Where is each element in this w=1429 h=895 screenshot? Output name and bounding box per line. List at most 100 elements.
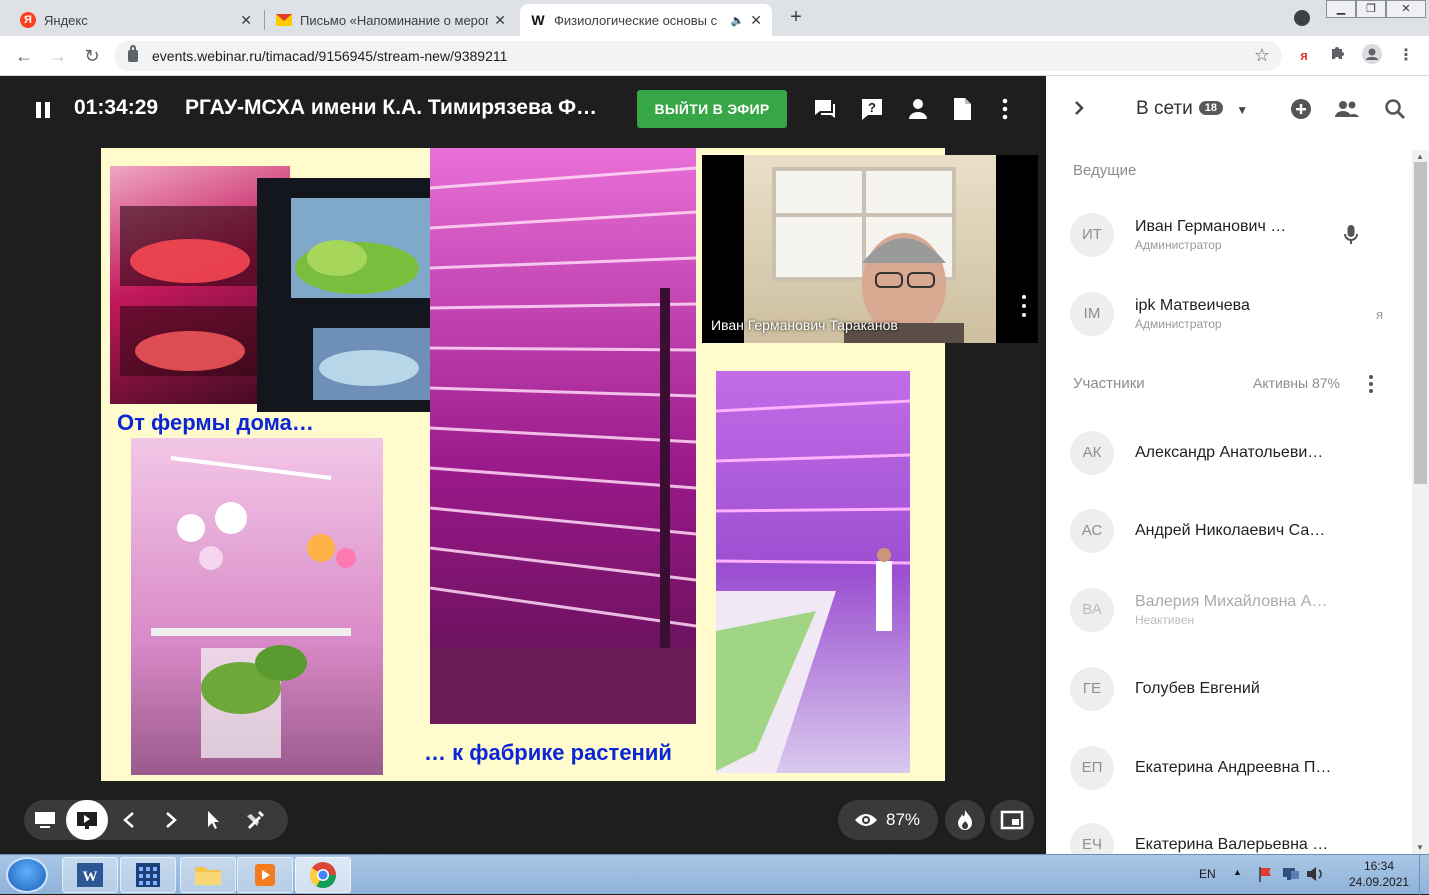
participant-name: Голубев Евгений	[1135, 680, 1260, 697]
tab-title: Физиологические основы с	[554, 12, 718, 28]
panel-header: В сети 18 ▼	[1046, 76, 1429, 144]
participant-role: Администратор	[1135, 238, 1222, 252]
participant-item[interactable]: АС Андрей Николаевич Са…	[1070, 506, 1410, 556]
participant-item[interactable]: ГЕ Голубев Евгений	[1070, 664, 1410, 714]
extensions-puzzle-icon[interactable]	[1326, 44, 1350, 68]
start-button[interactable]	[6, 857, 48, 893]
speaker-name-label: Иван Германович Тараканов	[711, 317, 898, 333]
participant-item[interactable]: ЕЧ Екатерина Валерьевна …	[1070, 820, 1410, 854]
tab-webinar[interactable]: W Физиологические основы с 🔈 ✕	[520, 4, 772, 36]
video-frame	[744, 155, 996, 343]
participants-section-label: Участники	[1073, 375, 1145, 392]
search-icon[interactable]	[1384, 98, 1406, 125]
next-slide-icon[interactable]	[150, 800, 192, 840]
window-controls: ▁ ❐ ✕	[1326, 0, 1426, 20]
scroll-down-icon[interactable]: ▼	[1416, 843, 1424, 852]
avatar: АК	[1070, 431, 1114, 475]
participants-menu-icon[interactable]	[1368, 374, 1374, 399]
chat-icon[interactable]	[812, 96, 838, 122]
url-text: events.webinar.ru/timacad/9156945/stream…	[152, 48, 508, 64]
tray-expand-icon[interactable]: ▲	[1233, 867, 1242, 877]
microphone-icon[interactable]	[1344, 224, 1358, 251]
more-options-icon[interactable]	[992, 96, 1018, 122]
event-title: РГАУ-МСХА имени К.А. Тимирязева Ф…	[185, 96, 598, 119]
go-live-button[interactable]: ВЫЙТИ В ЭФИР	[637, 90, 787, 128]
speaker-menu-icon[interactable]	[1022, 295, 1026, 322]
screen-share-icon[interactable]	[24, 800, 66, 840]
group-icon[interactable]	[1334, 98, 1360, 125]
speaker-video[interactable]: Иван Германович Тараканов	[702, 155, 1038, 343]
taskbar-explorer[interactable]	[180, 857, 236, 893]
browser-menu-icon[interactable]: ⋮	[1394, 44, 1418, 68]
restore-button[interactable]: ❐	[1356, 0, 1386, 18]
taskbar-media-player[interactable]	[237, 857, 293, 893]
action-center-flag-icon[interactable]	[1257, 865, 1275, 886]
tab-mail[interactable]: Письмо «Напоминание о меропр ✕	[266, 4, 516, 36]
clock-time: 16:34	[1363, 859, 1395, 873]
tab-yandex[interactable]: Я Яндекс ✕	[10, 4, 262, 36]
panel-scrollbar-thumb[interactable]	[1414, 162, 1427, 484]
avatar: IM	[1070, 292, 1114, 336]
back-arrow-icon[interactable]: ←	[12, 44, 36, 68]
participant-item[interactable]: ВА Валерия Михайловна А… Неактивен	[1070, 585, 1410, 635]
windows-taskbar: W EN ▲ 16:34 24.09.2021	[0, 854, 1429, 895]
eye-icon	[855, 814, 877, 826]
grid-app-icon	[136, 863, 160, 887]
network-icon[interactable]	[1281, 865, 1301, 886]
taskbar-calculator[interactable]	[120, 857, 176, 893]
close-icon[interactable]: ✕	[750, 12, 762, 29]
previous-slide-icon[interactable]	[108, 800, 150, 840]
system-tray: EN ▲ 16:34 24.09.2021	[1189, 855, 1429, 895]
reactions-button[interactable]	[945, 800, 985, 840]
close-icon[interactable]: ✕	[494, 12, 506, 29]
drawing-tools-icon[interactable]	[234, 800, 276, 840]
minimize-button[interactable]: ▁	[1326, 0, 1356, 18]
participants-panel: В сети 18 ▼ Ведущие ИТ Иван Германович … …	[1046, 76, 1429, 854]
presentation-mode-icon[interactable]	[66, 800, 108, 840]
participant-item[interactable]: АК Александр Анатольеви…	[1070, 428, 1410, 478]
language-indicator[interactable]: EN	[1199, 867, 1216, 881]
taskbar-word[interactable]: W	[62, 857, 118, 893]
bookmark-star-icon[interactable]: ☆	[1254, 45, 1270, 66]
speaker-audio-icon[interactable]: 🔈	[731, 14, 745, 27]
layout-toggle-button[interactable]	[990, 800, 1034, 840]
address-bar[interactable]: events.webinar.ru/timacad/9156945/stream…	[114, 41, 1282, 71]
browser-toolbar: ← → ↻ events.webinar.ru/timacad/9156945/…	[0, 36, 1429, 76]
folder-icon	[195, 867, 221, 885]
scroll-up-icon[interactable]: ▲	[1416, 152, 1424, 161]
show-desktop-button[interactable]	[1419, 855, 1429, 895]
files-icon[interactable]	[949, 96, 975, 122]
collapse-panel-icon[interactable]	[1072, 98, 1086, 123]
presentation-controls	[24, 800, 288, 840]
reload-icon[interactable]: ↻	[80, 44, 104, 68]
pointer-icon[interactable]	[192, 800, 234, 840]
viewers-indicator[interactable]: 87%	[838, 800, 938, 840]
slide-caption-top: От фермы дома…	[117, 410, 314, 435]
avatar: ГЕ	[1070, 667, 1114, 711]
questions-icon[interactable]: ?	[859, 96, 885, 122]
chrome-icon	[309, 862, 337, 889]
participant-item[interactable]: ЕП Екатерина Андреевна П…	[1070, 743, 1410, 793]
taskbar-clock[interactable]: 16:34 24.09.2021	[1349, 859, 1409, 889]
slide-caption-bottom: … к фабрике растений	[424, 740, 672, 765]
participants-icon[interactable]	[905, 96, 931, 122]
slide-photo-vertical-farm	[429, 148, 697, 724]
profile-avatar-icon[interactable]	[1360, 44, 1384, 68]
yandex-extension-icon[interactable]: я	[1292, 44, 1316, 68]
avatar: АС	[1070, 509, 1114, 553]
tab-search-icon[interactable]	[1294, 10, 1310, 26]
forward-arrow-icon[interactable]: →	[46, 44, 70, 68]
volume-icon[interactable]	[1305, 865, 1325, 886]
host-item[interactable]: IM ipk Матвеичева Администратор я	[1070, 289, 1410, 339]
taskbar-chrome[interactable]	[295, 857, 351, 893]
add-participant-icon[interactable]	[1290, 98, 1312, 125]
participant-name: Александр Анатольеви…	[1135, 444, 1324, 461]
close-window-button[interactable]: ✕	[1386, 0, 1426, 18]
new-tab-button[interactable]: +	[786, 6, 806, 29]
host-item[interactable]: ИТ Иван Германович … Администратор	[1070, 210, 1410, 260]
online-indicator[interactable]: В сети 18 ▼	[1136, 98, 1248, 120]
close-icon[interactable]: ✕	[240, 12, 252, 29]
avatar: ИТ	[1070, 213, 1114, 257]
pause-icon[interactable]	[36, 102, 50, 118]
webinar-icon: W	[531, 12, 545, 28]
